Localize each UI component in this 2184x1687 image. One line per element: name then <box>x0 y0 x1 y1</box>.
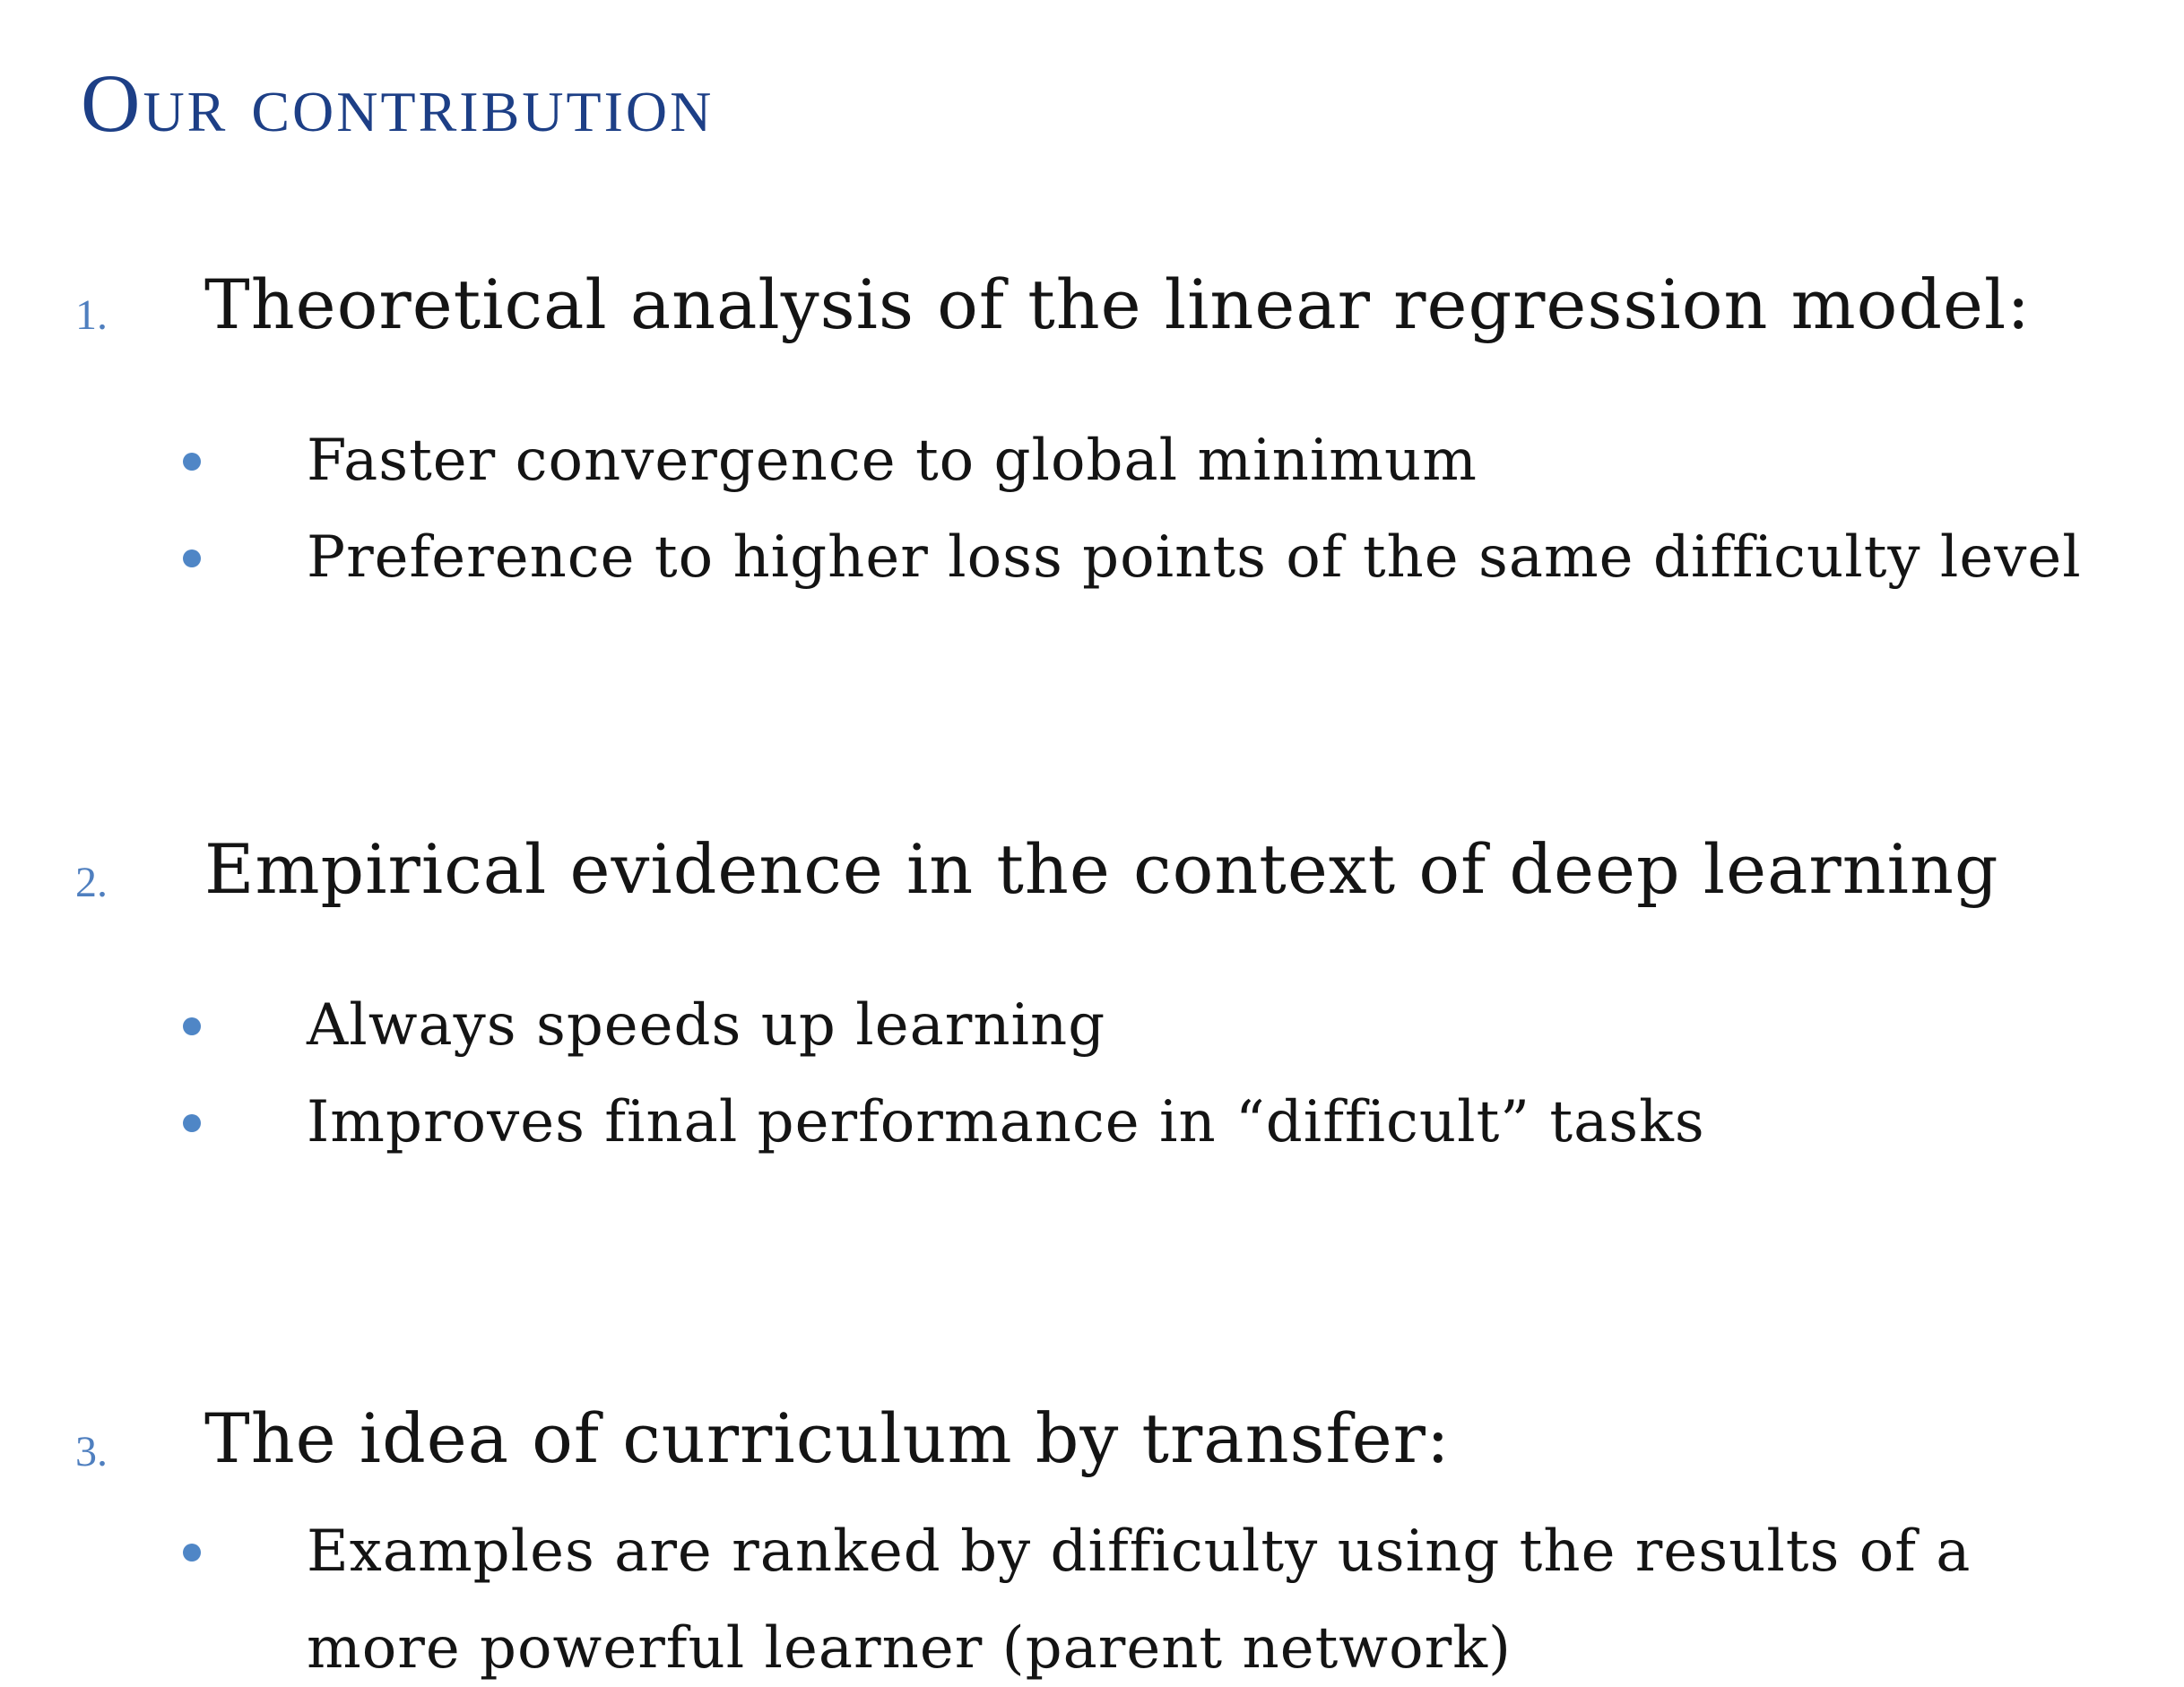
bullet-text-1-1: Faster convergence to global minimum <box>307 428 1478 494</box>
bullet-text-1-2: Preference to higher loss points of the … <box>307 524 2082 591</box>
bullet-text-3-1: Examples are ranked by difficulty using … <box>307 1518 1972 1682</box>
slide: Our contribution 1. Theoretical analysis… <box>0 0 2184 1687</box>
bullet-icon <box>183 1114 201 1132</box>
item-heading-3: The idea of curriculum by transfer: <box>204 1398 1451 1478</box>
bullet-icon <box>183 453 201 471</box>
item-heading-2: Empirical evidence in the context of dee… <box>204 829 1999 909</box>
bullet-icon <box>183 1017 201 1035</box>
item-heading-1: Theoretical analysis of the linear regre… <box>204 264 2031 344</box>
bullet-icon <box>183 549 201 567</box>
item-number-3: 3. <box>75 1428 108 1475</box>
item-number-1: 1. <box>75 291 108 339</box>
bullet-text-2-1: Always speeds up learning <box>307 992 1106 1059</box>
bullet-text-2-2: Improves final performance in “difficult… <box>307 1089 1705 1155</box>
slide-title: Our contribution <box>81 57 715 149</box>
bullet-icon <box>183 1544 201 1562</box>
item-number-2: 2. <box>75 859 108 906</box>
